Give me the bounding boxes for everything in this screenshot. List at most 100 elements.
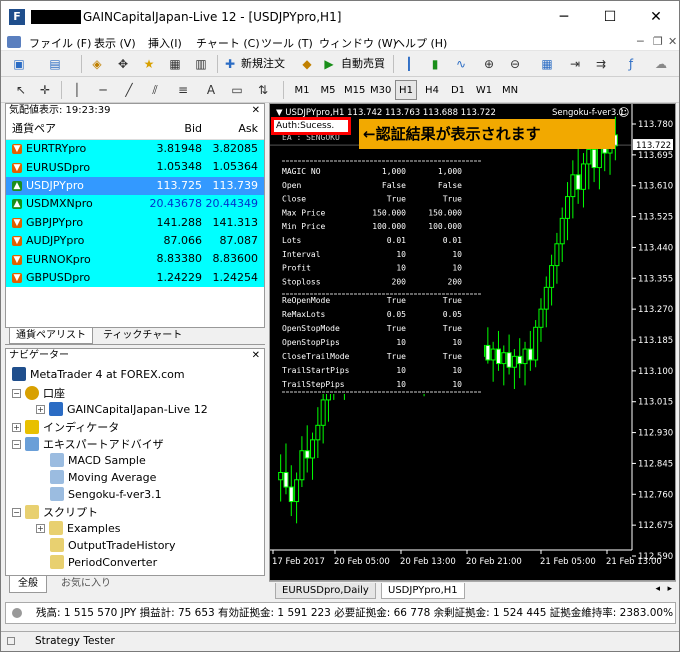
horizontal-line-icon[interactable]: ─: [95, 80, 111, 100]
tf-m1[interactable]: M1: [291, 80, 313, 100]
chart-shift-icon[interactable]: ⇥: [565, 54, 585, 74]
chart-window[interactable]: EA : SENGOKU MAGIC NO 1,000 1,000 Open False F…: [269, 103, 676, 581]
collapse-icon[interactable]: −: [12, 507, 21, 517]
strategy-tester-bar[interactable]: Strategy Tester: [1, 631, 679, 651]
panel-close-icon[interactable]: ✕: [252, 349, 260, 363]
expand-icon[interactable]: +: [36, 523, 45, 533]
text-tool-icon[interactable]: A: [203, 80, 219, 100]
market-watch-row[interactable]: ▼ AUDJPYpro 87.066 87.087: [6, 231, 264, 251]
new-chart-icon[interactable]: ▣: [9, 54, 29, 74]
maximize-button[interactable]: ☐: [587, 1, 633, 33]
trendline-icon[interactable]: ╱: [121, 80, 137, 100]
market-watch-row[interactable]: ▼ GBPUSDpro 1.24229 1.24254: [6, 268, 264, 288]
scroll-left-icon[interactable]: ◂: [655, 584, 660, 594]
menu-help[interactable]: ヘルプ (H): [394, 35, 447, 51]
market-watch-row[interactable]: ▼ EURUSDpro 1.05348 1.05364: [6, 158, 264, 177]
tf-w1[interactable]: W1: [473, 80, 495, 100]
tab-general[interactable]: 全般: [9, 576, 47, 593]
tree-root[interactable]: MetaTrader 4 at FOREX.com: [12, 367, 185, 381]
collapse-icon[interactable]: −: [12, 388, 21, 398]
tree-indicators[interactable]: + インディケータ: [12, 419, 119, 435]
tf-m5[interactable]: M5: [317, 80, 339, 100]
tab-favorites[interactable]: お気に入り: [55, 576, 117, 593]
expand-icon[interactable]: +: [36, 404, 45, 414]
tab-tick-chart[interactable]: ティックチャート: [97, 328, 188, 344]
bar-chart-icon[interactable]: ┃: [399, 54, 419, 74]
param-value: 100.000: [372, 222, 406, 231]
expand-panel-icon[interactable]: [7, 637, 15, 645]
tree-script-item[interactable]: OutputTradeHistory: [50, 538, 175, 552]
mdi-minimize-icon[interactable]: ─: [637, 35, 644, 48]
header-ask[interactable]: Ask: [202, 118, 262, 139]
strategy-tester-icon[interactable]: ▥: [191, 54, 211, 74]
tf-h1[interactable]: H1: [395, 80, 417, 100]
chart-tab-eurusd[interactable]: EURUSDpro,Daily: [275, 583, 376, 599]
tree-script-item[interactable]: PeriodConverter: [50, 555, 157, 569]
tf-mn[interactable]: MN: [499, 80, 521, 100]
candlestick-icon[interactable]: ▮: [425, 54, 445, 74]
mdi-restore-icon[interactable]: ❐: [653, 35, 663, 48]
navigator-title: ナビゲーター ✕: [6, 349, 264, 363]
chart-tab-usdjpy[interactable]: USDJPYpro,H1: [381, 583, 465, 599]
menu-file[interactable]: ファイル (F): [29, 35, 91, 51]
scroll-right-icon[interactable]: ▸: [667, 584, 672, 594]
auto-trade-button[interactable]: 自動売買: [341, 54, 385, 74]
market-watch-row[interactable]: ▼ EURNOKpro 8.83380 8.83600: [6, 250, 264, 269]
tree-expert-item[interactable]: MACD Sample: [50, 453, 146, 467]
channel-icon[interactable]: ⫽: [147, 80, 163, 100]
label-tool-icon[interactable]: ▭: [229, 80, 245, 100]
autotrading-icon[interactable]: ▶: [321, 54, 337, 74]
tree-accounts[interactable]: − 口座: [12, 385, 65, 401]
fibonacci-icon[interactable]: ≡: [175, 80, 191, 100]
market-watch-row[interactable]: ▼ GBPJPYpro 141.288 141.313: [6, 213, 264, 232]
menu-view[interactable]: 表示 (V): [94, 35, 136, 51]
header-bid[interactable]: Bid: [146, 118, 202, 139]
tab-symbols[interactable]: 通貨ペアリスト: [9, 328, 93, 344]
menu-tools[interactable]: ツール (T): [261, 35, 313, 51]
chat-icon[interactable]: ☁: [651, 54, 671, 74]
menu-window[interactable]: ウィンドウ (W): [319, 35, 397, 51]
zoom-out-icon[interactable]: ⊖: [505, 54, 525, 74]
price-chart[interactable]: EA : SENGOKUMAGIC NO 1,000 1,000Open False F…: [270, 104, 675, 580]
bid-cell: 3.81948: [156, 142, 203, 155]
navigator-icon[interactable]: ★: [139, 54, 159, 74]
expand-icon[interactable]: +: [12, 422, 21, 432]
tf-h4[interactable]: H4: [421, 80, 443, 100]
tf-d1[interactable]: D1: [447, 80, 469, 100]
new-order-button[interactable]: 新規注文: [241, 54, 285, 74]
tf-m15[interactable]: M15: [343, 80, 365, 100]
tile-windows-icon[interactable]: ▦: [537, 54, 557, 74]
cursor-icon[interactable]: ↖: [13, 80, 29, 100]
market-watch-icon[interactable]: ◈: [87, 54, 107, 74]
line-chart-icon[interactable]: ∿: [451, 54, 471, 74]
new-order-icon[interactable]: ✚: [222, 54, 238, 74]
tree-script-item[interactable]: + Examples: [36, 521, 120, 535]
minimize-button[interactable]: ─: [541, 1, 587, 33]
data-window-icon[interactable]: ✥: [113, 54, 133, 74]
market-watch-row[interactable]: ▼ EURTRYpro 3.81948 3.82085: [6, 140, 264, 159]
indicators-icon[interactable]: ƒ: [621, 54, 641, 74]
metaeditor-icon[interactable]: ◆: [299, 54, 315, 74]
tree-account[interactable]: + GAINCapitalJapan-Live 12: [36, 402, 208, 416]
menu-insert[interactable]: 挿入(I): [148, 35, 182, 51]
tree-expert-item[interactable]: Moving Average: [50, 470, 156, 484]
terminal-icon[interactable]: ▦: [165, 54, 185, 74]
tree-scripts[interactable]: − スクリプト: [12, 504, 98, 520]
profiles-icon[interactable]: ▤: [45, 54, 65, 74]
tf-m30[interactable]: M30: [369, 80, 391, 100]
arrows-tool-icon[interactable]: ⇅: [255, 80, 271, 100]
panel-close-icon[interactable]: ✕: [252, 104, 260, 118]
crosshair-icon[interactable]: ✛: [37, 80, 53, 100]
collapse-icon[interactable]: −: [12, 439, 21, 449]
vertical-line-icon[interactable]: │: [69, 80, 85, 100]
mdi-close-icon[interactable]: ✕: [668, 35, 677, 48]
market-watch-row[interactable]: ▲ USDMXNpro 20.43678 20.44349: [6, 195, 264, 214]
tree-experts[interactable]: − エキスパートアドバイザ: [12, 436, 164, 452]
header-symbol[interactable]: 通貨ペア: [6, 118, 146, 139]
market-watch-row[interactable]: ▲ USDJPYpro 113.725 113.739: [6, 176, 264, 196]
autoscroll-icon[interactable]: ⇉: [591, 54, 611, 74]
tree-expert-item[interactable]: Sengoku-f-ver3.1: [50, 487, 162, 501]
close-button[interactable]: ✕: [633, 1, 679, 33]
zoom-in-icon[interactable]: ⊕: [479, 54, 499, 74]
menu-chart[interactable]: チャート (C): [196, 35, 260, 51]
